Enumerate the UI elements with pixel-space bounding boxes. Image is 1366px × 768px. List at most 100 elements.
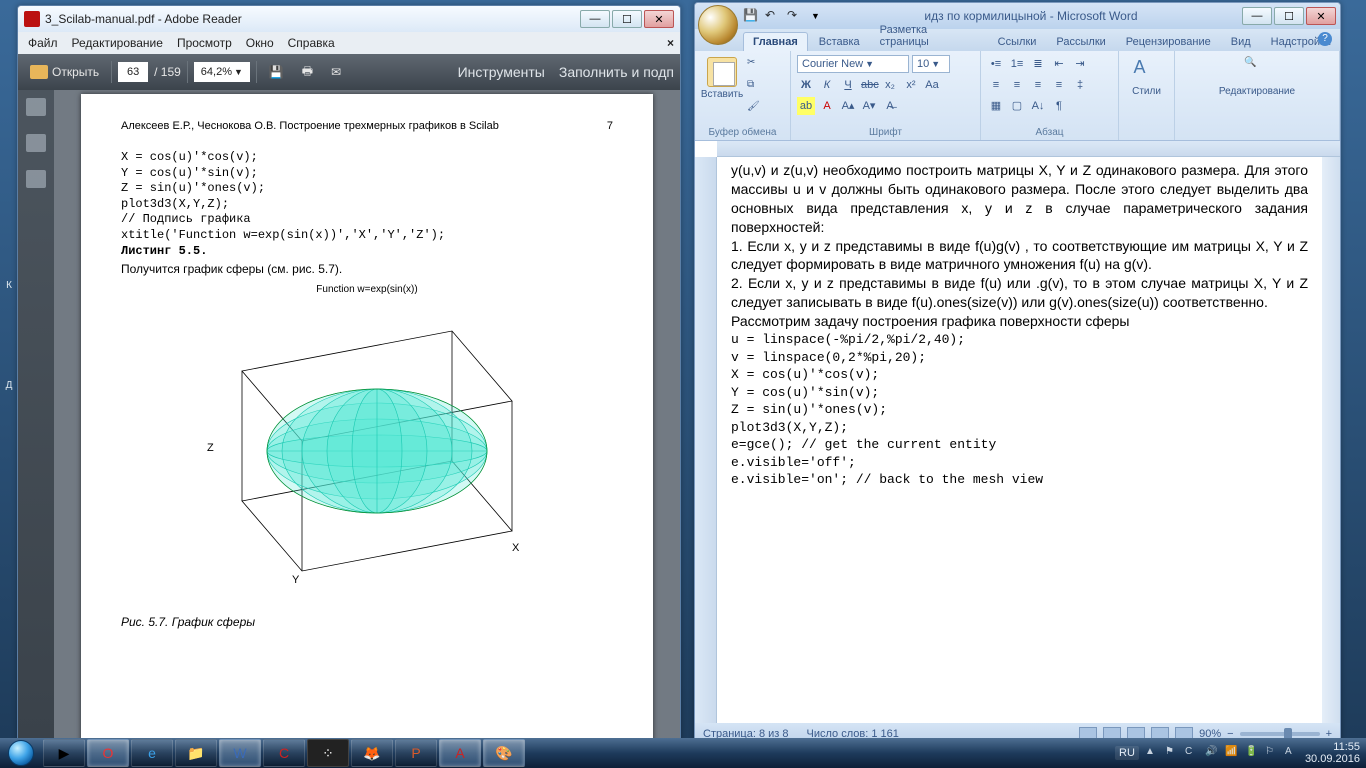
- taskbar-media-player[interactable]: ▶: [43, 739, 85, 767]
- adobe-titlebar[interactable]: 3_Scilab-manual.pdf - Adobe Reader — ☐ ✕: [18, 6, 680, 32]
- maximize-button[interactable]: ☐: [612, 10, 642, 28]
- save-icon[interactable]: 💾: [263, 59, 290, 85]
- bookmark-icon[interactable]: [26, 134, 46, 152]
- shading-button[interactable]: ▦: [987, 97, 1005, 115]
- justify-button[interactable]: ≡: [1050, 76, 1068, 94]
- menu-window[interactable]: Окно: [246, 36, 274, 50]
- save-icon[interactable]: 💾: [743, 8, 759, 24]
- copy-icon[interactable]: ⧉: [747, 79, 765, 97]
- battery-icon[interactable]: 🔋: [1245, 746, 1259, 760]
- grow-font-button[interactable]: A▴: [839, 97, 857, 115]
- doc-close-icon[interactable]: ×: [667, 36, 674, 50]
- tab-mailings[interactable]: Рассылки: [1047, 33, 1114, 51]
- font-color-button[interactable]: A: [818, 97, 836, 115]
- italic-button[interactable]: К: [818, 76, 836, 94]
- shrink-font-button[interactable]: A▾: [860, 97, 878, 115]
- taskbar-powerpoint[interactable]: P: [395, 739, 437, 767]
- superscript-button[interactable]: x²: [902, 76, 920, 94]
- show-marks-button[interactable]: ¶: [1050, 97, 1068, 115]
- highlight-button[interactable]: ab: [797, 97, 815, 115]
- language-indicator[interactable]: RU: [1115, 746, 1139, 760]
- mail-icon[interactable]: ✉: [325, 59, 347, 85]
- bullets-button[interactable]: •≡: [987, 55, 1005, 73]
- tray-icon[interactable]: C: [1185, 746, 1199, 760]
- font-size-combo[interactable]: 10▼: [912, 55, 950, 73]
- attachment-icon[interactable]: [26, 170, 46, 188]
- taskbar-paint[interactable]: 🎨: [483, 739, 525, 767]
- taskbar-firefox[interactable]: 🦊: [351, 739, 393, 767]
- word-titlebar[interactable]: 💾 ↶ ↷ ▼ идз по кормилицыной - Microsoft …: [695, 3, 1340, 29]
- tray-icon[interactable]: A: [1285, 746, 1299, 760]
- undo-icon[interactable]: ↶: [765, 8, 781, 24]
- desktop-icon[interactable]: К: [2, 280, 16, 294]
- open-button[interactable]: Открыть: [24, 59, 105, 85]
- styles-button[interactable]: A Стили: [1125, 53, 1168, 97]
- indent-dec-button[interactable]: ⇤: [1050, 55, 1068, 73]
- numbering-button[interactable]: 1≡: [1008, 55, 1026, 73]
- close-button[interactable]: ✕: [644, 10, 674, 28]
- strikethrough-button[interactable]: abc: [860, 76, 878, 94]
- line-spacing-button[interactable]: ‡: [1071, 76, 1089, 94]
- taskbar-ie[interactable]: e: [131, 739, 173, 767]
- font-name-combo[interactable]: Courier New▼: [797, 55, 909, 73]
- minimize-button[interactable]: —: [580, 10, 610, 28]
- office-orb-button[interactable]: [698, 5, 738, 45]
- menu-edit[interactable]: Редактирование: [72, 36, 163, 50]
- indent-inc-button[interactable]: ⇥: [1071, 55, 1089, 73]
- menu-help[interactable]: Справка: [288, 36, 335, 50]
- thumbnails-icon[interactable]: [26, 98, 46, 116]
- tab-references[interactable]: Ссылки: [989, 33, 1046, 51]
- network-icon[interactable]: 📶: [1225, 746, 1239, 760]
- document-area[interactable]: y(u,v) и z(u,v) необходимо построить мат…: [717, 157, 1322, 723]
- taskbar-opera[interactable]: O: [87, 739, 129, 767]
- tools-button[interactable]: Инструменты: [458, 64, 545, 80]
- menu-file[interactable]: Файл: [28, 36, 58, 50]
- taskbar-word[interactable]: W: [219, 739, 261, 767]
- print-icon[interactable]: 🖶: [296, 59, 319, 85]
- vertical-ruler[interactable]: [695, 157, 717, 723]
- tab-layout[interactable]: Разметка страницы: [871, 21, 987, 51]
- fill-sign-button[interactable]: Заполнить и подп: [559, 64, 674, 80]
- tab-insert[interactable]: Вставка: [810, 33, 869, 51]
- close-button[interactable]: ✕: [1306, 7, 1336, 25]
- help-icon[interactable]: ?: [1318, 32, 1332, 46]
- align-center-button[interactable]: ≡: [1008, 76, 1026, 94]
- redo-icon[interactable]: ↷: [787, 8, 803, 24]
- minimize-button[interactable]: —: [1242, 7, 1272, 25]
- clock[interactable]: 11:55 30.09.2016: [1305, 741, 1360, 765]
- tab-review[interactable]: Рецензирование: [1117, 33, 1220, 51]
- zoom-combo[interactable]: 64,2%▼: [194, 62, 250, 82]
- bold-button[interactable]: Ж: [797, 76, 815, 94]
- align-right-button[interactable]: ≡: [1029, 76, 1047, 94]
- adobe-page-area[interactable]: Алексеев Е.Р., Чеснокова О.В. Построение…: [54, 90, 680, 744]
- volume-icon[interactable]: 🔊: [1205, 746, 1219, 760]
- tray-icon[interactable]: ⚑: [1165, 746, 1179, 760]
- editing-button[interactable]: 🔍 Редактирование: [1181, 53, 1333, 97]
- tab-home[interactable]: Главная: [743, 32, 808, 51]
- maximize-button[interactable]: ☐: [1274, 7, 1304, 25]
- action-center-icon[interactable]: ⚐: [1265, 746, 1279, 760]
- desktop-icon[interactable]: Д: [2, 380, 16, 394]
- multilevel-button[interactable]: ≣: [1029, 55, 1047, 73]
- horizontal-ruler[interactable]: [717, 141, 1340, 157]
- format-painter-icon[interactable]: 🖌: [747, 101, 765, 119]
- taskbar-scilab[interactable]: ⁘: [307, 739, 349, 767]
- change-case-button[interactable]: Aa: [923, 76, 941, 94]
- menu-view[interactable]: Просмотр: [177, 36, 232, 50]
- sort-button[interactable]: A↓: [1029, 97, 1047, 115]
- page-input[interactable]: 63: [118, 62, 148, 82]
- taskbar-adobe-reader[interactable]: A: [439, 739, 481, 767]
- zoom-slider[interactable]: [1240, 732, 1320, 736]
- tray-icon[interactable]: ▲: [1145, 746, 1159, 760]
- vertical-scrollbar[interactable]: [1322, 157, 1340, 723]
- subscript-button[interactable]: x₂: [881, 76, 899, 94]
- tab-view[interactable]: Вид: [1222, 33, 1260, 51]
- underline-button[interactable]: Ч: [839, 76, 857, 94]
- start-button[interactable]: [0, 738, 42, 768]
- taskbar-explorer[interactable]: 📁: [175, 739, 217, 767]
- cut-icon[interactable]: ✂: [747, 57, 765, 75]
- borders-button[interactable]: ▢: [1008, 97, 1026, 115]
- clear-format-button[interactable]: A̶: [881, 97, 899, 115]
- chevron-down-icon[interactable]: ▼: [811, 11, 820, 21]
- taskbar-comodo[interactable]: C: [263, 739, 305, 767]
